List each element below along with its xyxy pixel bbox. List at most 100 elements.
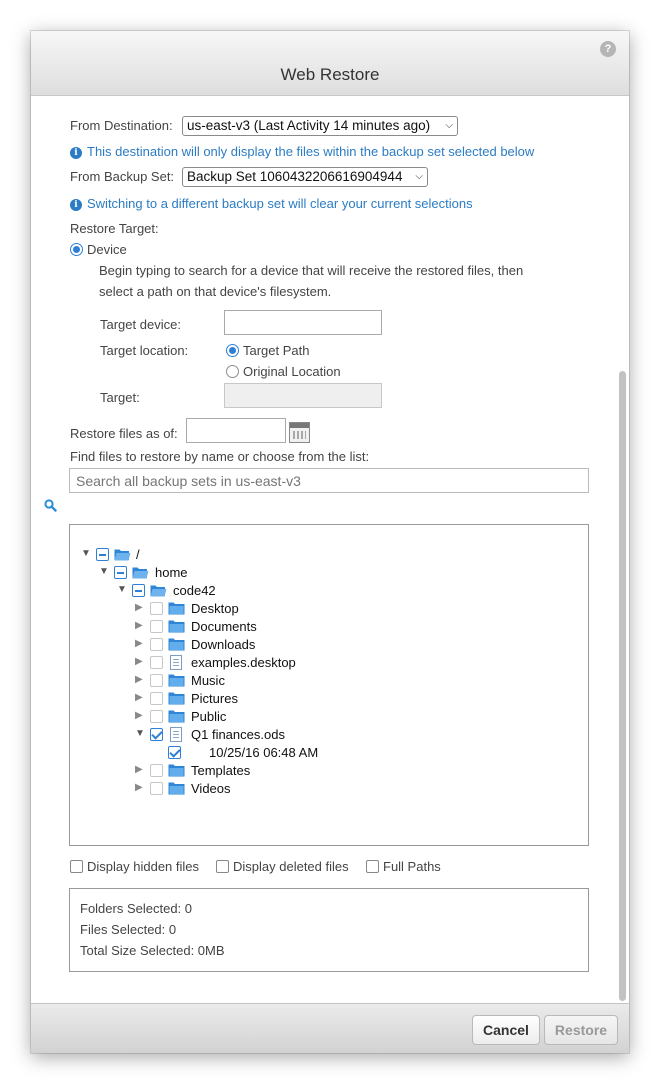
open-folder-icon: [150, 585, 167, 597]
deleted-files-label: Display deleted files: [233, 859, 349, 874]
open-folder-icon: [132, 567, 149, 579]
backup-set-select-value: Backup Set 1060432206616904944: [187, 169, 403, 184]
checkbox[interactable]: [150, 602, 163, 615]
checkbox[interactable]: [150, 638, 163, 651]
target-location-label: Target location:: [100, 343, 189, 358]
restore-as-of-label: Restore files as of:: [70, 426, 178, 441]
expanded-triangle-icon[interactable]: ▼: [99, 566, 111, 577]
from-backup-set-label: From Backup Set:: [70, 169, 175, 184]
target-input[interactable]: [224, 383, 382, 408]
tree-label-code42: code42: [173, 583, 216, 598]
help-icon[interactable]: ?: [600, 41, 616, 57]
collapsed-triangle-icon[interactable]: ▶: [135, 602, 147, 613]
restore-target-label: Restore Target:: [70, 221, 159, 236]
tree-label: Desktop: [191, 601, 239, 616]
full-paths-checkbox[interactable]: [366, 860, 379, 873]
collapsed-triangle-icon[interactable]: ▶: [135, 674, 147, 685]
destination-info-text: This destination will only display the f…: [87, 144, 535, 159]
hidden-files-label: Display hidden files: [87, 859, 200, 874]
selection-summary: Folders Selected: 0 Files Selected: 0 To…: [69, 888, 589, 972]
expanded-triangle-icon[interactable]: ▼: [81, 548, 93, 559]
checkbox-partial[interactable]: [96, 548, 109, 561]
destination-info: i This destination will only display the …: [70, 144, 534, 159]
dialog-body: From Destination: us-east-v3 (Last Activ…: [31, 97, 629, 1003]
device-help-line-1: Begin typing to search for a device that…: [99, 263, 524, 278]
target-path-radio[interactable]: [226, 344, 239, 357]
dialog-footer: Cancel Restore: [31, 1003, 629, 1053]
deleted-files-checkbox[interactable]: [216, 860, 229, 873]
tree-label: Videos: [191, 781, 231, 796]
destination-select-value: us-east-v3 (Last Activity 14 minutes ago…: [187, 118, 431, 133]
device-radio[interactable]: [70, 243, 83, 256]
destination-select[interactable]: us-east-v3 (Last Activity 14 minutes ago…: [182, 116, 458, 136]
target-path-option-label: Target Path: [243, 343, 310, 358]
tree-label: Pictures: [191, 691, 238, 706]
collapsed-triangle-icon[interactable]: ▶: [135, 620, 147, 631]
target-device-input[interactable]: [224, 310, 382, 335]
chevron-down-icon: ⌵: [415, 171, 423, 182]
backup-set-info-text: Switching to a different backup set will…: [87, 196, 473, 211]
info-icon: i: [70, 199, 82, 211]
checkbox[interactable]: [150, 692, 163, 705]
checkbox[interactable]: [150, 710, 163, 723]
file-icon: [170, 727, 182, 742]
collapsed-triangle-icon[interactable]: ▶: [135, 638, 147, 649]
checkbox-checked[interactable]: [150, 728, 163, 741]
original-location-radio[interactable]: [226, 365, 239, 378]
search-icon[interactable]: [44, 499, 57, 512]
folder-icon: [168, 602, 185, 615]
tree-label: Public: [191, 709, 227, 724]
collapsed-triangle-icon[interactable]: ▶: [135, 692, 147, 703]
original-location-option-label: Original Location: [243, 364, 341, 379]
backup-set-select[interactable]: Backup Set 1060432206616904944 ⌵: [182, 167, 428, 187]
calendar-icon[interactable]: [289, 422, 310, 443]
collapsed-triangle-icon[interactable]: ▶: [135, 656, 147, 667]
file-icon: [170, 655, 182, 670]
vertical-scrollbar[interactable]: [619, 371, 626, 1001]
full-paths-label: Full Paths: [383, 859, 441, 874]
checkbox[interactable]: [150, 764, 163, 777]
search-input[interactable]: [69, 468, 589, 493]
restore-button[interactable]: Restore: [544, 1015, 618, 1045]
checkbox-partial[interactable]: [132, 584, 145, 597]
folder-icon: [168, 674, 185, 687]
open-folder-icon: [114, 549, 131, 561]
find-files-label: Find files to restore by name or choose …: [70, 449, 370, 464]
tree-label: examples.desktop: [191, 655, 296, 670]
web-restore-dialog: ? Web Restore From Destination: us-east-…: [31, 31, 629, 1053]
restore-as-of-input[interactable]: [186, 418, 286, 443]
expanded-triangle-icon[interactable]: ▼: [135, 728, 147, 739]
tree-label: Q1 finances.ods: [191, 727, 285, 742]
tree-label: Documents: [191, 619, 257, 634]
from-destination-label: From Destination:: [70, 118, 173, 133]
file-tree: ▼ / ▼ home ▼ code42 ▶ Desktop ▶ Document…: [69, 524, 589, 846]
collapsed-triangle-icon[interactable]: ▶: [135, 782, 147, 793]
collapsed-triangle-icon[interactable]: ▶: [135, 710, 147, 721]
tree-label: Templates: [191, 763, 251, 778]
folder-icon: [168, 692, 185, 705]
total-size-selected: Total Size Selected: 0MB: [80, 943, 225, 958]
tree-label-root: /: [136, 547, 140, 562]
dialog-title: Web Restore: [280, 65, 380, 84]
info-icon: i: [70, 147, 82, 159]
device-help-line-2: select a path on that device's filesyste…: [99, 284, 332, 299]
folder-icon: [168, 764, 185, 777]
expanded-triangle-icon[interactable]: ▼: [117, 584, 129, 595]
checkbox[interactable]: [150, 674, 163, 687]
chevron-down-icon: ⌵: [445, 120, 453, 131]
folder-icon: [168, 710, 185, 723]
checkbox[interactable]: [150, 656, 163, 669]
cancel-button[interactable]: Cancel: [472, 1015, 540, 1045]
checkbox-partial[interactable]: [114, 566, 127, 579]
dialog-header: ? Web Restore: [31, 31, 629, 96]
checkbox[interactable]: [150, 782, 163, 795]
folder-icon: [168, 638, 185, 651]
folder-icon: [168, 782, 185, 795]
target-device-label: Target device:: [100, 317, 181, 332]
collapsed-triangle-icon[interactable]: ▶: [135, 764, 147, 775]
device-option-label: Device: [87, 242, 127, 257]
files-selected: Files Selected: 0: [80, 922, 177, 937]
checkbox[interactable]: [150, 620, 163, 633]
checkbox-checked[interactable]: [168, 746, 181, 759]
hidden-files-checkbox[interactable]: [70, 860, 83, 873]
